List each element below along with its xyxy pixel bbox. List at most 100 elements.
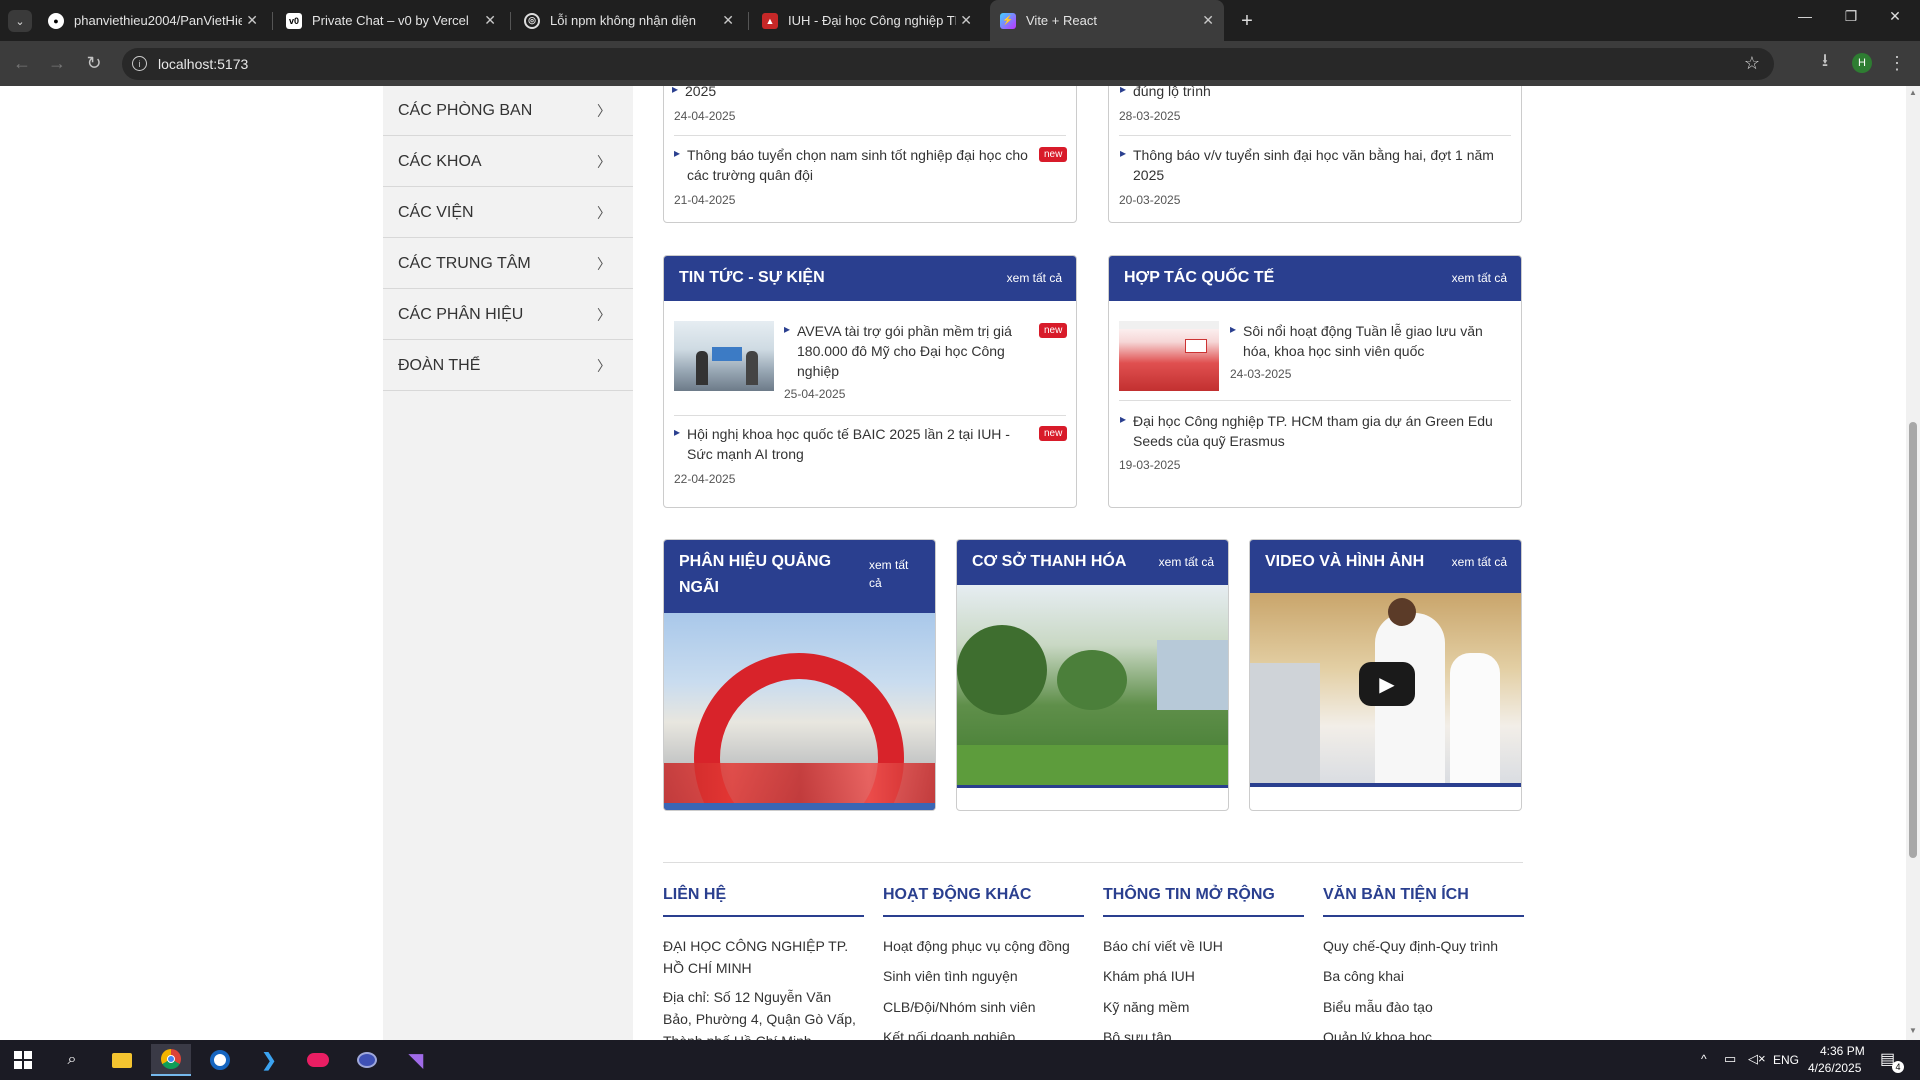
- play-icon[interactable]: ▶: [1359, 662, 1415, 706]
- news-title[interactable]: Sôi nổi hoạt động Tuần lễ giao lưu văn h…: [1230, 319, 1503, 361]
- menu-dots-icon[interactable]: ⋮: [1885, 51, 1909, 75]
- footer-heading-extended: THÔNG TIN MỞ RỘNG: [1103, 886, 1275, 903]
- sidebar-item-phong-ban[interactable]: CÁC PHÒNG BAN 〉: [383, 86, 633, 136]
- tab-search-button[interactable]: ⌄: [8, 10, 32, 32]
- footer-link[interactable]: Bộ sưu tập: [1103, 1026, 1172, 1040]
- footer-link[interactable]: Hoạt động phục vụ cộng đồng: [883, 935, 1070, 957]
- news-title[interactable]: Thông báo v/v tuyển sinh đại học văn bằn…: [1120, 143, 1503, 185]
- profile-avatar[interactable]: H: [1852, 53, 1872, 73]
- card-title: HỢP TÁC QUỐC TẾ: [1124, 269, 1275, 286]
- bookmark-star-icon[interactable]: ☆: [1744, 53, 1760, 74]
- close-icon[interactable]: ✕: [246, 12, 258, 29]
- news-title[interactable]: Đại học Công nghiệp TP. HCM tham gia dự …: [1120, 409, 1503, 451]
- sidebar-item-label: CÁC PHÂN HIỆU: [398, 305, 524, 323]
- close-icon[interactable]: ✕: [1202, 12, 1214, 29]
- vscode-icon[interactable]: ❯: [249, 1044, 289, 1076]
- sidebar-item-phan-hieu[interactable]: CÁC PHÂN HIỆU 〉: [383, 290, 633, 340]
- download-icon[interactable]: ⭳: [1813, 50, 1837, 75]
- windows-start-icon[interactable]: [3, 1044, 43, 1076]
- view-all-link[interactable]: xem tất cả: [1159, 555, 1214, 569]
- news-title[interactable]: đúng lộ trình: [1120, 86, 1211, 101]
- sidebar: CÁC PHÒNG BAN 〉 CÁC KHOA 〉 CÁC VIỆN 〉 CÁ…: [383, 86, 633, 1040]
- news-thumbnail[interactable]: [1119, 321, 1219, 391]
- tab-vite[interactable]: ⚡ Vite + React ✕: [990, 0, 1224, 41]
- tab-v0[interactable]: v0 Private Chat – v0 by Vercel ✕: [276, 0, 506, 41]
- volume-muted-icon[interactable]: ◁×: [1748, 1051, 1766, 1067]
- news-title[interactable]: Hội nghị khoa học quốc tế BAIC 2025 lần …: [674, 422, 1037, 464]
- view-all-link[interactable]: xem tất cả: [1452, 555, 1507, 569]
- footer-link[interactable]: CLB/Đội/Nhóm sinh viên: [883, 996, 1036, 1018]
- address-bar: ← → ↻ i localhost:5173 ☆ ⭳ H ⋮: [0, 41, 1920, 86]
- video-card: VIDEO VÀ HÌNH ẢNH xem tất cả ▶: [1249, 539, 1522, 811]
- tab-iuh[interactable]: ▲ IUH - Đại học Công nghiệp TP.H… ✕: [752, 0, 982, 41]
- news-thumbnail[interactable]: [674, 321, 774, 391]
- visual-studio-icon[interactable]: ◥: [396, 1044, 436, 1076]
- news-title[interactable]: AVEVA tài trợ gói phần mềm trị giá 180.0…: [784, 319, 1037, 381]
- app-icon[interactable]: [200, 1044, 240, 1076]
- search-icon[interactable]: ⌕: [52, 1044, 92, 1076]
- news-date: 25-04-2025: [784, 387, 846, 401]
- show-hidden-icons[interactable]: ^: [1701, 1052, 1707, 1066]
- chrome-icon[interactable]: [151, 1044, 191, 1076]
- page-viewport: CÁC PHÒNG BAN 〉 CÁC KHOA 〉 CÁC VIỆN 〉 CÁ…: [0, 86, 1906, 1040]
- tab-bar: ⌄ ● phanviethieu2004/PanVietHie… ✕ v0 Pr…: [0, 0, 1920, 41]
- close-icon[interactable]: ✕: [960, 12, 972, 29]
- view-all-link[interactable]: xem tất cả: [1007, 271, 1062, 285]
- iuh-icon: ▲: [762, 12, 778, 29]
- chevron-right-icon: 〉: [597, 306, 611, 323]
- view-all-link[interactable]: xem tất cả: [1452, 271, 1507, 285]
- footer-link[interactable]: Khám phá IUH: [1103, 965, 1195, 987]
- close-icon[interactable]: ✕: [484, 12, 496, 29]
- new-tab-button[interactable]: +: [1234, 8, 1260, 34]
- forward-icon[interactable]: →: [45, 51, 69, 75]
- news-date: 24-04-2025: [674, 109, 736, 123]
- footer-link[interactable]: Kỹ năng mềm: [1103, 996, 1189, 1018]
- scroll-up-icon[interactable]: ▲: [1909, 88, 1917, 97]
- app-icon[interactable]: [298, 1044, 338, 1076]
- file-explorer-icon[interactable]: [102, 1044, 142, 1076]
- branch-photo[interactable]: [664, 613, 935, 810]
- footer-link[interactable]: Biểu mẫu đào tạo: [1323, 996, 1433, 1018]
- footer-link[interactable]: Quy chế-Quy định-Quy trình: [1323, 935, 1498, 957]
- footer-link[interactable]: Kết nối doanh nghiệp: [883, 1026, 1015, 1040]
- minimize-button[interactable]: —: [1790, 8, 1820, 32]
- app-icon[interactable]: [347, 1044, 387, 1076]
- view-all-link[interactable]: xem tất cả: [869, 556, 915, 592]
- clock-time[interactable]: 4:36 PM: [1820, 1044, 1865, 1058]
- news-title[interactable]: 2025: [672, 86, 716, 101]
- network-icon[interactable]: ▭: [1724, 1051, 1736, 1067]
- branch-photo[interactable]: [957, 585, 1228, 785]
- news-title[interactable]: Thông báo tuyển chọn nam sinh tốt nghiệp…: [674, 143, 1037, 185]
- card-title: PHÂN HIỆU QUẢNG NGÃI: [679, 553, 832, 596]
- clock-date[interactable]: 4/26/2025: [1808, 1061, 1861, 1075]
- restore-button[interactable]: ❐: [1836, 8, 1866, 32]
- back-icon[interactable]: ←: [10, 51, 34, 75]
- tab-github[interactable]: ● phanviethieu2004/PanVietHie… ✕: [38, 0, 268, 41]
- news-date: 19-03-2025: [1119, 458, 1181, 472]
- page-scrollbar[interactable]: ▲ ▼: [1906, 86, 1920, 1040]
- footer-link[interactable]: Sinh viên tình nguyện: [883, 965, 1018, 987]
- footer-link[interactable]: Ba công khai: [1323, 965, 1404, 987]
- footer-heading-activities: HOẠT ĐỘNG KHÁC: [883, 886, 1032, 903]
- close-window-button[interactable]: ✕: [1880, 8, 1910, 32]
- close-icon[interactable]: ✕: [722, 12, 734, 29]
- scroll-down-icon[interactable]: ▼: [1909, 1026, 1917, 1035]
- card-header: HỢP TÁC QUỐC TẾ xem tất cả: [1109, 256, 1521, 301]
- tab-chatgpt[interactable]: ◎ Lỗi npm không nhận diện ✕: [514, 0, 744, 41]
- url-input[interactable]: i localhost:5173 ☆: [122, 48, 1774, 80]
- news-date: 24-03-2025: [1230, 367, 1292, 381]
- sidebar-item-trung-tam[interactable]: CÁC TRUNG TÂM 〉: [383, 239, 633, 289]
- notification-count: 4: [1892, 1061, 1904, 1073]
- scroll-thumb[interactable]: [1909, 422, 1917, 858]
- sidebar-item-khoa[interactable]: CÁC KHOA 〉: [383, 137, 633, 187]
- reload-icon[interactable]: ↻: [82, 51, 106, 75]
- site-info-icon[interactable]: i: [132, 56, 147, 71]
- footer-link[interactable]: Quản lý khoa học: [1323, 1026, 1432, 1040]
- sidebar-item-vien[interactable]: CÁC VIỆN 〉: [383, 188, 633, 238]
- sidebar-item-doan-the[interactable]: ĐOÀN THỂ 〉: [383, 341, 633, 391]
- footer-link[interactable]: Báo chí viết về IUH: [1103, 935, 1223, 957]
- tab-label: phanviethieu2004/PanVietHie…: [74, 13, 242, 28]
- language-indicator[interactable]: ENG: [1773, 1053, 1799, 1067]
- card-header: TIN TỨC - SỰ KIỆN xem tất cả: [664, 256, 1076, 301]
- card-header: PHÂN HIỆU QUẢNG NGÃI xem tất cả: [664, 540, 935, 613]
